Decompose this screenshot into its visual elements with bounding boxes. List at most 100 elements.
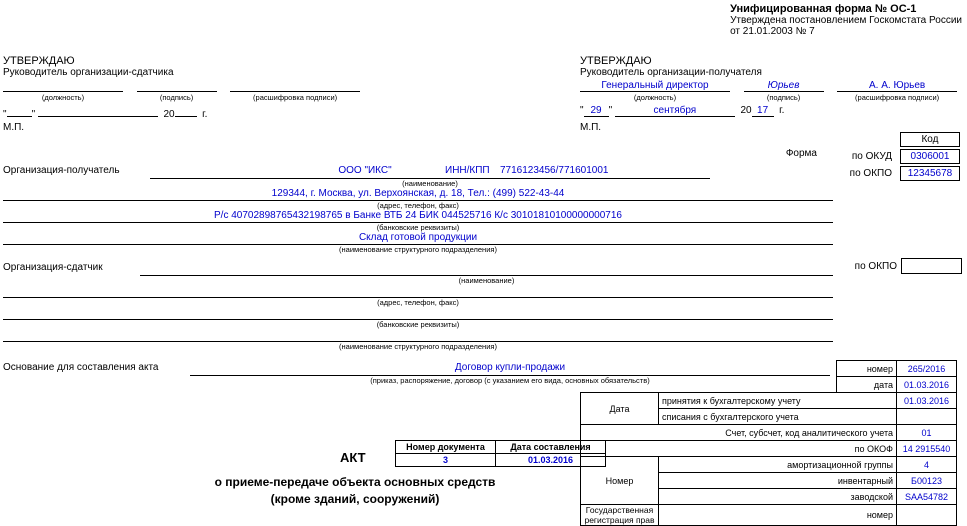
receiver-name[interactable]: ООО "ИКС" — [290, 165, 440, 176]
decoding-field-right[interactable]: А. А. Юрьев — [837, 80, 957, 92]
gos-nomer-value[interactable] — [897, 505, 957, 526]
schet-value[interactable]: 01 — [897, 425, 957, 441]
receiver-name-cap: (наименование) — [150, 179, 710, 188]
kod-header: Код — [900, 132, 960, 147]
sender-dept-cap: (наименование структурного подразделения… — [3, 342, 833, 351]
okpo-value: 12345678 — [900, 166, 960, 181]
position-field-left[interactable] — [3, 80, 123, 92]
okpo-label: по ОКПО — [838, 166, 898, 181]
basis-nomer[interactable]: 265/2016 — [897, 361, 957, 377]
doc-num[interactable]: 3 — [396, 454, 496, 467]
schet-label: Счет, субсчет, код аналитического учета — [581, 425, 897, 441]
sender-name-cap: (наименование) — [140, 276, 833, 285]
sign-field-right[interactable]: Юрьев — [744, 80, 824, 92]
gos-label1: Государственная — [586, 505, 653, 515]
form-date: от 21.01.2003 № 7 — [730, 26, 962, 37]
receiver-inn-label: ИНН/КПП — [445, 165, 490, 176]
receiver-address-cap: (адрес, телефон, факс) — [3, 201, 833, 210]
basis-label: Основание для составления акта — [3, 362, 159, 373]
cap-sign-left: (подпись) — [137, 93, 217, 102]
doc-date[interactable]: 01.03.2016 — [496, 454, 606, 467]
receiver-inn[interactable]: 7716123456/771601001 — [500, 165, 608, 176]
month-field-right[interactable]: сентября — [615, 105, 735, 117]
year-prefix-right: 20 — [740, 105, 751, 116]
sig-captions-right: (должность) (подпись) (расшифровка подпи… — [580, 92, 957, 103]
gos-label2: регистрация прав — [584, 515, 654, 525]
writeoff-label: списания с бухгалтерского учета — [659, 409, 897, 425]
accept-label: принятия к бухгалтерскому учету — [659, 393, 897, 409]
g-right: г. — [779, 105, 784, 116]
form-approved: Утверждена постановлением Госкомстата Ро… — [730, 15, 962, 26]
inv-value[interactable]: Б00123 — [897, 473, 957, 489]
akt-title: АКТ — [340, 450, 366, 465]
doc-box: Номер документа Дата составления 3 01.03… — [395, 440, 606, 467]
day-field-left[interactable] — [7, 105, 32, 117]
sig-row-right: Генеральный директор Юрьев А. А. Юрьев — [580, 80, 957, 92]
akt-line1: о приеме-передаче объекта основных средс… — [120, 475, 590, 489]
g-left: г. — [202, 109, 207, 120]
cap-position-left: (должность) — [3, 93, 123, 102]
amort-value[interactable]: 4 — [897, 457, 957, 473]
okud-value: 0306001 — [900, 149, 960, 164]
receiver-bank[interactable]: Р/с 40702898765432198765 в Банке ВТБ 24 … — [3, 210, 833, 221]
basis-data[interactable]: 01.03.2016 — [897, 377, 957, 393]
gos-nomer-label: номер — [659, 505, 897, 526]
sender-address-cap: (адрес, телефон, факс) — [3, 298, 833, 307]
writeoff-date[interactable] — [897, 409, 957, 425]
sender-okpo-label: по ОКПО — [851, 259, 902, 274]
basis-value[interactable]: Договор купли-продажи — [190, 362, 830, 373]
form-header: Унифицированная форма № ОС-1 Утверждена … — [730, 3, 962, 37]
decoding-field-left[interactable] — [230, 80, 360, 92]
receiver-dept-cap: (наименование структурного подразделения… — [3, 245, 833, 254]
sender-bank-cap: (банковские реквизиты) — [3, 320, 833, 329]
sender-okpo-value[interactable] — [902, 259, 962, 274]
receiver-address[interactable]: 129344, г. Москва, ул. Верхоянская, д. 1… — [3, 188, 833, 199]
sender-okpo-box: по ОКПО — [851, 258, 962, 274]
basis-data-label: дата — [837, 377, 897, 393]
approve-head-right: Руководитель организации-получателя — [580, 67, 762, 78]
date-label-cell: Дата — [581, 393, 659, 425]
basis-nomer-label: номер — [837, 361, 897, 377]
approve-block-sender: УТВЕРЖДАЮ Руководитель организации-сдатч… — [3, 55, 174, 78]
mp-left: М.П. — [3, 122, 24, 133]
sig-captions-left: (должность) (подпись) (расшифровка подпи… — [3, 92, 360, 103]
year-end-left[interactable] — [175, 105, 197, 117]
okof-value[interactable]: 14 2915540 — [897, 441, 957, 457]
doc-date-header: Дата составления — [496, 441, 606, 454]
accept-date[interactable]: 01.03.2016 — [897, 393, 957, 409]
sign-field-left[interactable] — [137, 80, 217, 92]
cap-sign-right: (подпись) — [744, 93, 824, 102]
cap-decoding-right: (расшифровка подписи) — [837, 93, 957, 102]
form-title: Унифицированная форма № ОС-1 — [730, 3, 962, 15]
forma-label: Форма — [786, 148, 817, 159]
sender-label: Организация-сдатчик — [3, 262, 103, 273]
receiver-dept[interactable]: Склад готовой продукции — [3, 232, 833, 243]
receiver-bank-cap: (банковские реквизиты) — [3, 223, 833, 232]
zav-label: заводской — [659, 489, 897, 505]
year-prefix-left: 20 — [163, 109, 174, 120]
cap-position-right: (должность) — [580, 93, 730, 102]
year-end-right[interactable]: 17 — [752, 105, 774, 117]
cap-decoding-left: (расшифровка подписи) — [230, 93, 360, 102]
approve-head-left: Руководитель организации-сдатчика — [3, 67, 174, 78]
okud-label: по ОКУД — [838, 149, 898, 164]
doc-num-header: Номер документа — [396, 441, 496, 454]
mp-right: М.П. — [580, 122, 601, 133]
date-row-left: "" 20 г. — [3, 105, 207, 120]
position-field-right[interactable]: Генеральный директор — [580, 80, 730, 92]
okof-label: по ОКОФ — [581, 441, 897, 457]
day-field-right[interactable]: 29 — [584, 105, 609, 117]
inv-label: инвентарный — [659, 473, 897, 489]
zav-value[interactable]: SAA54782 — [897, 489, 957, 505]
approve-block-receiver: УТВЕРЖДАЮ Руководитель организации-получ… — [580, 55, 762, 78]
approve-label-right: УТВЕРЖДАЮ — [580, 55, 762, 67]
date-row-right: "29" сентября 2017 г. — [580, 105, 784, 117]
code-table: Код по ОКУД0306001 по ОКПО12345678 — [836, 130, 962, 183]
accounting-block: Дата принятия к бухгалтерскому учету 01.… — [580, 392, 957, 526]
amort-label: амортизационной группы — [659, 457, 897, 473]
receiver-label: Организация-получатель — [3, 165, 120, 176]
approve-label-left: УТВЕРЖДАЮ — [3, 55, 174, 67]
akt-line2: (кроме зданий, сооружений) — [120, 492, 590, 506]
detail-table: номер265/2016 дата01.03.2016 — [836, 360, 957, 393]
month-field-left[interactable] — [38, 105, 158, 117]
